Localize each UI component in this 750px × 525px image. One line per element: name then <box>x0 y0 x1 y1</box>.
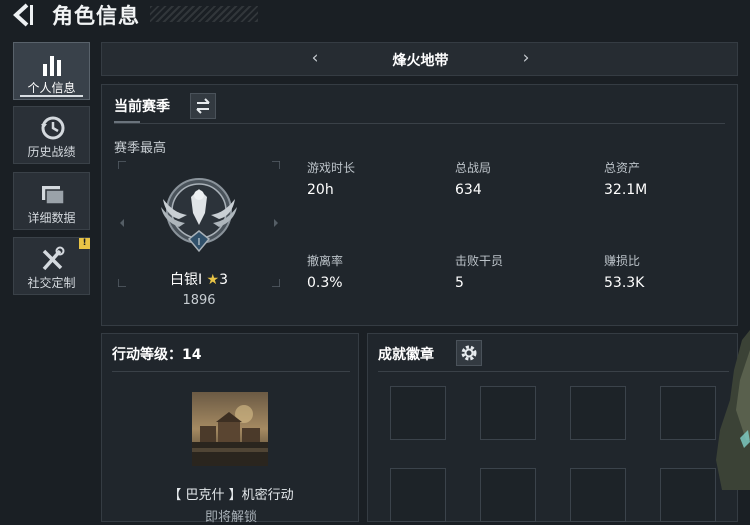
stat-label-playtime: 游戏时长 <box>307 161 356 175</box>
panel-divider <box>378 371 729 372</box>
page-title: 角色信息 <box>52 4 140 28</box>
rank-stars: 3 <box>219 272 229 288</box>
panel-divider <box>114 123 725 124</box>
badge-slot[interactable] <box>390 468 446 522</box>
season-panel: 当前赛季 赛季最高 I 白银Ⅰ ★3 1896 游戏时长 20h 总战局 634 <box>101 84 738 326</box>
stat-label-assets: 总资产 <box>604 161 641 175</box>
gear-icon <box>461 345 477 361</box>
next-mode-button[interactable]: › <box>516 48 536 68</box>
nav-label: 详细数据 <box>27 211 76 225</box>
stat-value-assets: 32.1M <box>604 182 648 198</box>
mode-selector: ‹ 烽火地带 › <box>101 42 738 76</box>
season-label: 当前赛季 <box>114 99 170 115</box>
badge-slot[interactable] <box>660 468 716 522</box>
folder-icon <box>42 186 65 205</box>
back-arrow-icon[interactable] <box>10 2 38 28</box>
top-bar: 角色信息 <box>0 0 750 34</box>
achievement-title: 成就徽章 <box>378 347 434 363</box>
action-level-panel: 行动等级：14 【 巴克什 】机密行动 即将解锁 <box>101 333 359 525</box>
stat-label-kills: 击败干员 <box>455 254 504 268</box>
stat-value-matches: 634 <box>455 182 482 198</box>
stat-value-profit-ratio: 53.3K <box>604 275 645 291</box>
nav-label: 历史战绩 <box>27 145 76 159</box>
achievement-settings-button[interactable] <box>456 340 482 366</box>
stat-value-kills: 5 <box>455 275 464 291</box>
nav-label: 个人信息 <box>27 81 76 95</box>
stat-value-playtime: 20h <box>307 182 334 198</box>
season-best-label: 赛季最高 <box>114 141 167 156</box>
nav-item-profile[interactable]: 个人信息 <box>13 42 90 100</box>
rank-numeral: I <box>198 237 201 248</box>
achievement-panel: 成就徽章 <box>367 333 738 522</box>
divider-tick <box>114 121 140 123</box>
swap-season-button[interactable] <box>190 93 216 119</box>
swap-icon <box>196 98 210 114</box>
nav-item-history[interactable]: 历史战绩 <box>13 106 90 164</box>
rank-score: 1896 <box>182 293 216 308</box>
badge-slot[interactable] <box>570 468 626 522</box>
bar-chart-icon <box>43 56 61 76</box>
title-decoration <box>150 6 258 22</box>
nav-label: 社交定制 <box>27 276 76 290</box>
stat-label-extract-rate: 撤离率 <box>307 254 344 268</box>
rank-name: 白银Ⅰ ★3 <box>169 272 229 288</box>
star-icon: ★ <box>206 272 220 288</box>
mode-title: 烽火地带 <box>392 53 449 69</box>
stat-value-extract-rate: 0.3% <box>307 275 343 291</box>
panel-divider <box>112 371 350 372</box>
badge-slot[interactable] <box>390 386 446 440</box>
mission-thumbnail[interactable] <box>192 392 268 466</box>
badge-slot[interactable] <box>570 386 626 440</box>
mission-status: 即将解锁 <box>204 510 257 525</box>
stat-label-matches: 总战局 <box>455 161 492 175</box>
character-model-fragment <box>716 330 750 490</box>
stat-label-profit-ratio: 赚损比 <box>604 254 641 268</box>
history-clock-icon <box>41 116 65 140</box>
badge-slot[interactable] <box>480 386 536 440</box>
silver-rank-emblem-icon: I <box>161 178 237 253</box>
nav-item-details[interactable]: 详细数据 <box>13 172 90 230</box>
action-level-title: 行动等级：14 <box>112 347 202 363</box>
tools-icon <box>42 246 65 271</box>
badge-slot[interactable] <box>660 386 716 440</box>
alert-badge: ! <box>79 238 90 249</box>
badge-slot[interactable] <box>480 468 536 522</box>
mission-name: 【 巴克什 】机密行动 <box>168 488 294 503</box>
